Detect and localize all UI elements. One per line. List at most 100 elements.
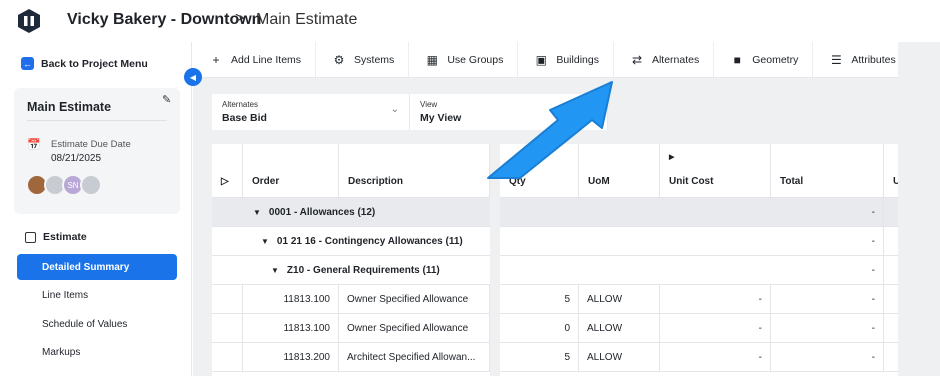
- group-label: ▼ 01 21 16 - Contingency Allowances (11): [261, 236, 463, 247]
- calendar-icon: 📅: [27, 139, 41, 151]
- column-header-unit-cost[interactable]: ▶ Unit Cost: [660, 144, 771, 198]
- avatar[interactable]: [80, 174, 102, 196]
- column-header-uom[interactable]: UoM: [579, 144, 660, 198]
- description-cell[interactable]: Owner Specified Allowance: [339, 314, 490, 343]
- back-link-label: Back to Project Menu: [41, 57, 148, 70]
- total-cell[interactable]: -: [771, 314, 884, 343]
- use-groups-label: Use Groups: [447, 53, 504, 66]
- buildings-label: Buildings: [556, 53, 599, 66]
- order-cell[interactable]: 11813.100: [243, 285, 339, 314]
- sidebar-item-detailed-summary[interactable]: Detailed Summary: [17, 254, 177, 280]
- list-icon: ☰: [830, 52, 842, 67]
- sidebar-item-markups[interactable]: Markups: [17, 339, 177, 365]
- group-total: -: [771, 198, 884, 227]
- qty-cell[interactable]: 5: [500, 343, 579, 372]
- back-arrow-icon: ←: [21, 57, 34, 70]
- expand-caret-down-icon[interactable]: ▼: [253, 208, 261, 217]
- column-header-total[interactable]: Total: [771, 144, 884, 198]
- unit-cost-cell[interactable]: -: [660, 285, 771, 314]
- table-row[interactable]: 11813.100 Owner Specified Allowance 0 AL…: [212, 314, 898, 343]
- plus-icon: +: [212, 52, 220, 67]
- view-select-value: My View: [420, 112, 462, 124]
- description-cell[interactable]: Architect Specified Allowan...: [339, 343, 490, 372]
- swap-arrows-icon: ⇄: [631, 52, 642, 67]
- estimate-card: Main Estimate ✎ 📅 Estimate Due Date 08/2…: [14, 88, 180, 214]
- group-row[interactable]: ▼ Z10 - General Requirements (11) -: [212, 256, 898, 285]
- expand-caret-icon[interactable]: ▶: [669, 153, 674, 161]
- alternates-select[interactable]: Alternates Base Bid ⌄: [212, 94, 410, 130]
- order-cell[interactable]: 11813.100: [243, 314, 339, 343]
- column-header-tag[interactable]: ▷: [212, 144, 243, 198]
- unit-cost-cell[interactable]: -: [660, 314, 771, 343]
- pencil-icon[interactable]: ✎: [162, 93, 171, 106]
- alternates-select-label: Alternates: [222, 100, 259, 109]
- blueprint-icon: ▣: [535, 52, 548, 67]
- main-content: + Add Line Items ⚙ Systems ▦ Use Groups …: [193, 42, 940, 376]
- back-to-project-menu-link[interactable]: ← Back to Project Menu: [21, 57, 148, 70]
- add-line-items-button[interactable]: + Add Line Items: [193, 42, 317, 77]
- add-line-items-label: Add Line Items: [231, 53, 302, 66]
- estimate-card-title: Main Estimate: [27, 100, 112, 114]
- description-cell[interactable]: Owner Specified Allowance: [339, 285, 490, 314]
- row-tag-cell[interactable]: [212, 314, 243, 343]
- row-tag-cell[interactable]: [212, 343, 243, 372]
- table-row[interactable]: 11813.200 Architect Specified Allowan...…: [212, 343, 898, 372]
- grid-pane-splitter[interactable]: [490, 144, 500, 376]
- column-header-extra[interactable]: U: [884, 144, 898, 198]
- estimate-section-label: Estimate: [43, 231, 87, 243]
- building-group-icon: ▦: [426, 52, 438, 67]
- due-date-label: Estimate Due Date: [51, 139, 131, 150]
- calculator-icon: [25, 231, 36, 243]
- use-groups-button[interactable]: ▦ Use Groups: [409, 42, 519, 77]
- systems-button[interactable]: ⚙ Systems: [316, 42, 410, 77]
- group-total: -: [771, 256, 884, 285]
- qty-cell[interactable]: 5: [500, 285, 579, 314]
- table-row[interactable]: 11813.100 Owner Specified Allowance 5 AL…: [212, 285, 898, 314]
- alternates-button[interactable]: ⇄ Alternates: [614, 42, 715, 77]
- group-label: ▼ 0001 - Allowances (12): [253, 207, 376, 218]
- estimate-section-header: Estimate: [25, 231, 87, 243]
- expand-caret-down-icon[interactable]: ▼: [261, 237, 269, 246]
- sidebar-item-schedule-of-values[interactable]: Schedule of Values: [17, 311, 177, 337]
- app-logo-icon[interactable]: [17, 8, 41, 34]
- systems-label: Systems: [354, 53, 395, 66]
- page-title: Main Estimate: [256, 11, 358, 28]
- estimate-grid: ▷ Order Description Qty UoM ▶ Unit Cost …: [212, 144, 898, 376]
- column-header-description[interactable]: Description: [339, 144, 490, 198]
- column-header-order[interactable]: Order: [243, 144, 339, 198]
- uom-cell[interactable]: ALLOW: [579, 343, 660, 372]
- group-row[interactable]: ▼ 0001 - Allowances (12) -: [212, 198, 898, 227]
- group-total: -: [771, 227, 884, 256]
- total-cell[interactable]: -: [771, 343, 884, 372]
- qty-cell[interactable]: 0: [500, 314, 579, 343]
- geometry-button[interactable]: ■ Geometry: [714, 42, 814, 77]
- alternates-select-value: Base Bid: [222, 112, 267, 124]
- order-cell[interactable]: 11813.200: [243, 343, 339, 372]
- expand-caret-down-icon[interactable]: ▼: [271, 266, 279, 275]
- cube-icon: ■: [733, 52, 741, 67]
- column-header-qty[interactable]: Qty: [500, 144, 579, 198]
- view-select-label: View: [420, 100, 438, 109]
- view-select[interactable]: View My View: [410, 94, 608, 130]
- total-cell[interactable]: -: [771, 285, 884, 314]
- group-row[interactable]: ▼ 01 21 16 - Contingency Allowances (11)…: [212, 227, 898, 256]
- due-date-value: 08/21/2025: [51, 153, 102, 164]
- attributes-button[interactable]: ☰ Attributes: [813, 42, 909, 77]
- filter-bar: Alternates Base Bid ⌄ View My View: [212, 94, 898, 130]
- sidebar-item-line-items[interactable]: Line Items: [17, 282, 177, 308]
- alternates-label: Alternates: [651, 53, 700, 66]
- geometry-label: Geometry: [752, 53, 799, 66]
- buildings-button[interactable]: ▣ Buildings: [518, 42, 614, 77]
- uom-cell[interactable]: ALLOW: [579, 285, 660, 314]
- sidebar-collapse-button[interactable]: ◀: [184, 68, 202, 86]
- project-title[interactable]: Vicky Bakery - Downtown: [67, 11, 261, 29]
- sidebar: ← Back to Project Menu Main Estimate ✎ 📅…: [0, 42, 192, 376]
- card-divider: [27, 120, 167, 121]
- group-label: ▼ Z10 - General Requirements (11): [271, 265, 440, 276]
- unit-cost-cell[interactable]: -: [660, 343, 771, 372]
- row-tag-cell[interactable]: [212, 285, 243, 314]
- attributes-label: Attributes: [851, 53, 896, 66]
- breadcrumb-separator: >: [235, 10, 245, 27]
- gears-icon: ⚙: [333, 52, 345, 67]
- uom-cell[interactable]: ALLOW: [579, 314, 660, 343]
